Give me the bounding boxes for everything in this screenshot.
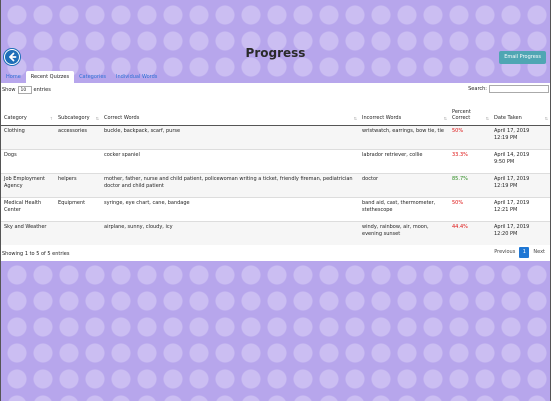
- table-row: Job Employment Agency helpers mother, fa…: [1, 172, 550, 197]
- email-progress-button[interactable]: Email Progress: [499, 51, 546, 64]
- cell-incorrect-words: band aid, cast, thermometer, stethescope: [359, 196, 449, 221]
- tab-recent-quizzes[interactable]: Recent Quizzes: [25, 71, 75, 83]
- recent-quizzes-panel: Show 10 entries Search: Category ↑ Subcat…: [1, 83, 550, 261]
- cell-date: April 17, 2019 12:21 PM: [491, 196, 550, 221]
- cell-percent: 44.4%: [449, 220, 491, 245]
- sort-icon: ⇅: [95, 115, 99, 121]
- cell-correct-words: cocker spaniel: [101, 148, 359, 173]
- cell-percent: 33.3%: [449, 148, 491, 173]
- table-row: Clothing accessories buckle, backpack, s…: [1, 124, 550, 149]
- tab-categories[interactable]: Categories: [74, 71, 111, 83]
- cell-subcategory: helpers: [55, 172, 101, 197]
- column-header-percent-correct[interactable]: Percent Correct ⇅: [449, 102, 491, 126]
- cell-date: April 17, 2019 12:20 PM: [491, 220, 550, 245]
- table-row: Sky and Weather airplane, sunny, cloudy,…: [1, 220, 550, 245]
- sort-icon: ⇅: [443, 115, 447, 121]
- cell-category: Job Employment Agency: [1, 172, 55, 197]
- cell-subcategory: accessories: [55, 124, 101, 149]
- entries-select[interactable]: 10: [17, 86, 32, 94]
- sort-icon: ⇅: [485, 115, 489, 121]
- page-title: Progress: [245, 46, 306, 60]
- column-header-correct-words[interactable]: Correct Words ⇅: [101, 102, 359, 126]
- cell-category: Dogs: [1, 148, 55, 173]
- column-header-subcategory[interactable]: Subcategory ⇅: [55, 102, 101, 126]
- cell-subcategory: Equipment: [55, 196, 101, 221]
- show-label: Show: [2, 87, 16, 93]
- previous-page-button[interactable]: Previous: [490, 247, 519, 258]
- search-input[interactable]: [489, 85, 549, 93]
- cell-incorrect-words: wristwatch, earrings, bow tie, tie: [359, 124, 449, 149]
- cell-subcategory: [55, 220, 101, 245]
- table-header-row: Category ↑ Subcategory ⇅ Correct Words ⇅ In…: [1, 102, 550, 126]
- cell-date: April 17, 2019 12:19 PM: [491, 124, 550, 149]
- cell-date: April 14, 2019 9:50 PM: [491, 148, 550, 173]
- sort-icon: ⇅: [353, 115, 357, 121]
- table-row: Dogs cocker spaniel labrador retriever, …: [1, 148, 550, 173]
- table-info: Showing 1 to 5 of 5 entries: [2, 251, 70, 257]
- search-control: Search:: [468, 85, 549, 93]
- cell-category: Sky and Weather: [1, 220, 55, 245]
- next-page-button[interactable]: Next: [529, 247, 549, 258]
- cell-percent: 85.7%: [449, 172, 491, 197]
- cell-correct-words: mother, father, nurse and child patient,…: [101, 172, 359, 197]
- cell-percent: 50%: [449, 124, 491, 149]
- quiz-table: Category ↑ Subcategory ⇅ Correct Words ⇅ In…: [1, 102, 550, 245]
- cell-correct-words: syringe, eye chart, cane, bandage: [101, 196, 359, 221]
- cell-correct-words: buckle, backpack, scarf, purse: [101, 124, 359, 149]
- header: Progress Email Progress: [0, 46, 551, 70]
- pagination: Previous 1 Next: [490, 247, 549, 258]
- column-header-category[interactable]: Category ↑: [1, 102, 55, 126]
- search-label: Search:: [468, 86, 487, 92]
- cell-percent: 50%: [449, 196, 491, 221]
- column-header-incorrect-words[interactable]: Incorrect Words ⇅: [359, 102, 449, 126]
- sort-asc-icon: ↑: [49, 115, 53, 121]
- column-header-date-taken[interactable]: Date Taken ⇅: [491, 102, 550, 126]
- entries-label: entries: [33, 87, 51, 93]
- page-length-control: Show 10 entries: [2, 86, 51, 94]
- page-button-current[interactable]: 1: [519, 247, 530, 258]
- cell-incorrect-words: labrador retriever, collie: [359, 148, 449, 173]
- tab-bar: Home Recent Quizzes Categories Individua…: [1, 71, 162, 83]
- tab-individual-words[interactable]: Individual Words: [111, 71, 162, 83]
- cell-subcategory: [55, 148, 101, 173]
- table-row: Medical Health Center Equipment syringe,…: [1, 196, 550, 221]
- sort-icon: ⇅: [544, 115, 548, 121]
- cell-correct-words: airplane, sunny, cloudy, icy: [101, 220, 359, 245]
- cell-incorrect-words: doctor: [359, 172, 449, 197]
- tab-home[interactable]: Home: [1, 71, 26, 83]
- cell-date: April 17, 2019 12:19 PM: [491, 172, 550, 197]
- cell-category: Clothing: [1, 124, 55, 149]
- cell-category: Medical Health Center: [1, 196, 55, 221]
- cell-incorrect-words: windy, rainbow, air, moon, evening sunse…: [359, 220, 449, 245]
